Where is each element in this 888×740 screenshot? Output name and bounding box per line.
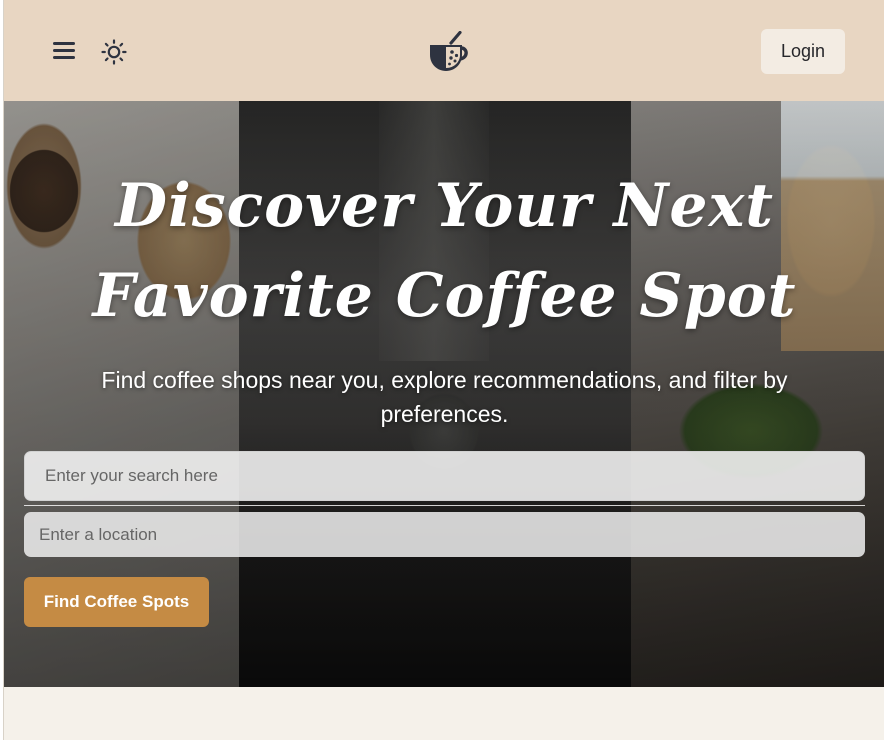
hero-title: Discover Your Next Favorite Coffee Spot: [4, 161, 884, 341]
find-coffee-spots-button[interactable]: Find Coffee Spots: [24, 577, 209, 627]
page-edge: [884, 0, 888, 740]
hero-section: Discover Your Next Favorite Coffee Spot …: [4, 101, 884, 687]
field-divider: [24, 505, 865, 506]
search-input[interactable]: [24, 451, 865, 501]
app-frame: Login Discover Your Next Favorite Coffee…: [3, 0, 884, 740]
login-button[interactable]: Login: [761, 29, 845, 74]
hero-title-line-1: Discover Your Next: [115, 171, 774, 241]
navbar: Login: [4, 0, 884, 101]
sun-icon[interactable]: [101, 39, 127, 65]
location-input[interactable]: [24, 512, 865, 557]
coffee-cup-logo-icon[interactable]: [426, 30, 470, 73]
hero-subtitle: Find coffee shops near you, explore reco…: [101, 367, 788, 427]
hamburger-menu-icon[interactable]: [52, 40, 76, 60]
hero-title-line-2: Favorite Coffee Spot: [92, 261, 797, 331]
